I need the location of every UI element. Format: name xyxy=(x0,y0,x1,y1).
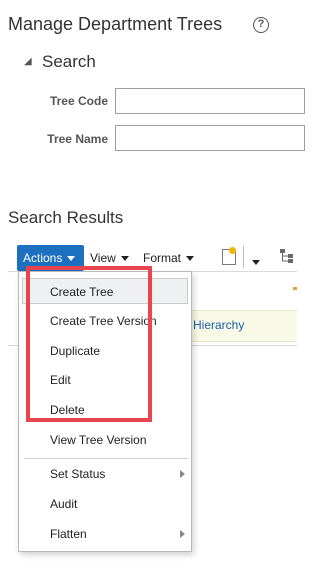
collapse-search-icon[interactable]: ◢ xyxy=(24,56,32,67)
toolbar-divider xyxy=(243,246,244,268)
menu-item-label: Flatten xyxy=(50,527,87,541)
menu-item-audit[interactable]: Audit xyxy=(19,491,191,517)
menu-divider xyxy=(24,458,188,459)
search-section-label[interactable]: Search xyxy=(42,52,96,72)
help-icon[interactable]: ? xyxy=(253,17,269,33)
chevron-down-icon xyxy=(67,256,76,262)
format-menu-button[interactable]: Format xyxy=(143,251,195,265)
menu-item-set-status[interactable]: Set Status xyxy=(19,461,191,487)
column-marker xyxy=(293,287,297,290)
tree-name-label: Tree Name xyxy=(47,132,108,146)
menu-item-label: Set Status xyxy=(50,467,106,481)
chevron-right-icon xyxy=(180,530,185,538)
highlight-annotation-box xyxy=(26,266,152,422)
table-cell-hierarchy[interactable]: Hierarchy xyxy=(193,318,244,332)
view-menu-button[interactable]: View xyxy=(90,251,129,265)
search-results-title: Search Results xyxy=(8,208,124,227)
menu-item-flatten[interactable]: Flatten xyxy=(19,521,191,547)
tree-hierarchy-icon[interactable] xyxy=(280,249,294,263)
tree-name-input[interactable] xyxy=(115,125,305,151)
chevron-down-icon[interactable] xyxy=(252,254,260,272)
new-document-icon[interactable] xyxy=(222,247,236,265)
format-label: Format xyxy=(143,251,182,265)
tree-code-label: Tree Code xyxy=(49,94,108,108)
chevron-right-icon xyxy=(180,470,185,478)
menu-item-label: View Tree Version xyxy=(50,433,147,447)
view-label: View xyxy=(90,251,116,265)
chevron-down-icon xyxy=(186,256,195,262)
menu-item-label: Audit xyxy=(50,497,78,511)
page-title: Manage Department Trees xyxy=(8,14,223,34)
menu-item-view-tree-version[interactable]: View Tree Version xyxy=(19,427,191,453)
chevron-down-icon xyxy=(120,256,129,262)
actions-label: Actions xyxy=(23,251,63,265)
tree-code-input[interactable] xyxy=(115,88,305,114)
